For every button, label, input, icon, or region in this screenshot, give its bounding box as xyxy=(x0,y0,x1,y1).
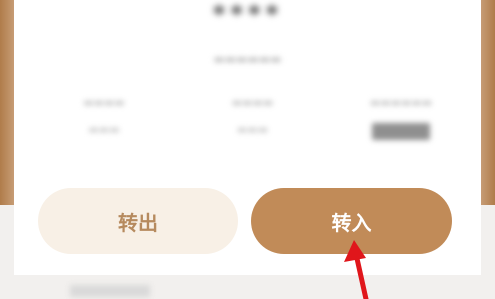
red-arrow-annotation-icon xyxy=(344,240,369,299)
stat-item: ▬▬▬▬ ▬▬▬ xyxy=(193,96,313,140)
stat-label: ▬▬▬▬ xyxy=(231,96,274,109)
stat-label: ▬▬▬▬▬▬ xyxy=(369,96,433,109)
stat-item: ▬▬▬▬ ▬▬▬ xyxy=(44,96,164,140)
stat-value: ▬▬▬ xyxy=(236,123,269,136)
account-card: **** ▬▬▬▬▬▬ ▬▬▬▬ ▬▬▬ ▬▬▬▬ ▬▬▬ ▬▬▬▬▬▬ ▬▬▬… xyxy=(14,0,481,275)
transfer-out-button[interactable]: 转出 xyxy=(38,188,238,254)
balance-caption: ▬▬▬▬▬▬ xyxy=(213,52,282,66)
stats-row: ▬▬▬▬ ▬▬▬ ▬▬▬▬ ▬▬▬ ▬▬▬▬▬▬ ▬▬▬▬ xyxy=(44,96,461,140)
stat-item: ▬▬▬▬▬▬ ▬▬▬▬ xyxy=(341,96,461,140)
blurred-account-summary: **** ▬▬▬▬▬▬ ▬▬▬▬ ▬▬▬ ▬▬▬▬ ▬▬▬ ▬▬▬▬▬▬ ▬▬▬… xyxy=(14,0,481,180)
app-screen: **** ▬▬▬▬▬▬ ▬▬▬▬ ▬▬▬ ▬▬▬▬ ▬▬▬ ▬▬▬▬▬▬ ▬▬▬… xyxy=(0,0,495,299)
balance-value: **** xyxy=(212,0,283,30)
stat-value: ▬▬▬▬ xyxy=(372,123,430,140)
stat-value: ▬▬▬ xyxy=(88,123,120,136)
stat-label: ▬▬▬▬ xyxy=(83,96,125,109)
bottom-blurred-text xyxy=(70,285,150,297)
